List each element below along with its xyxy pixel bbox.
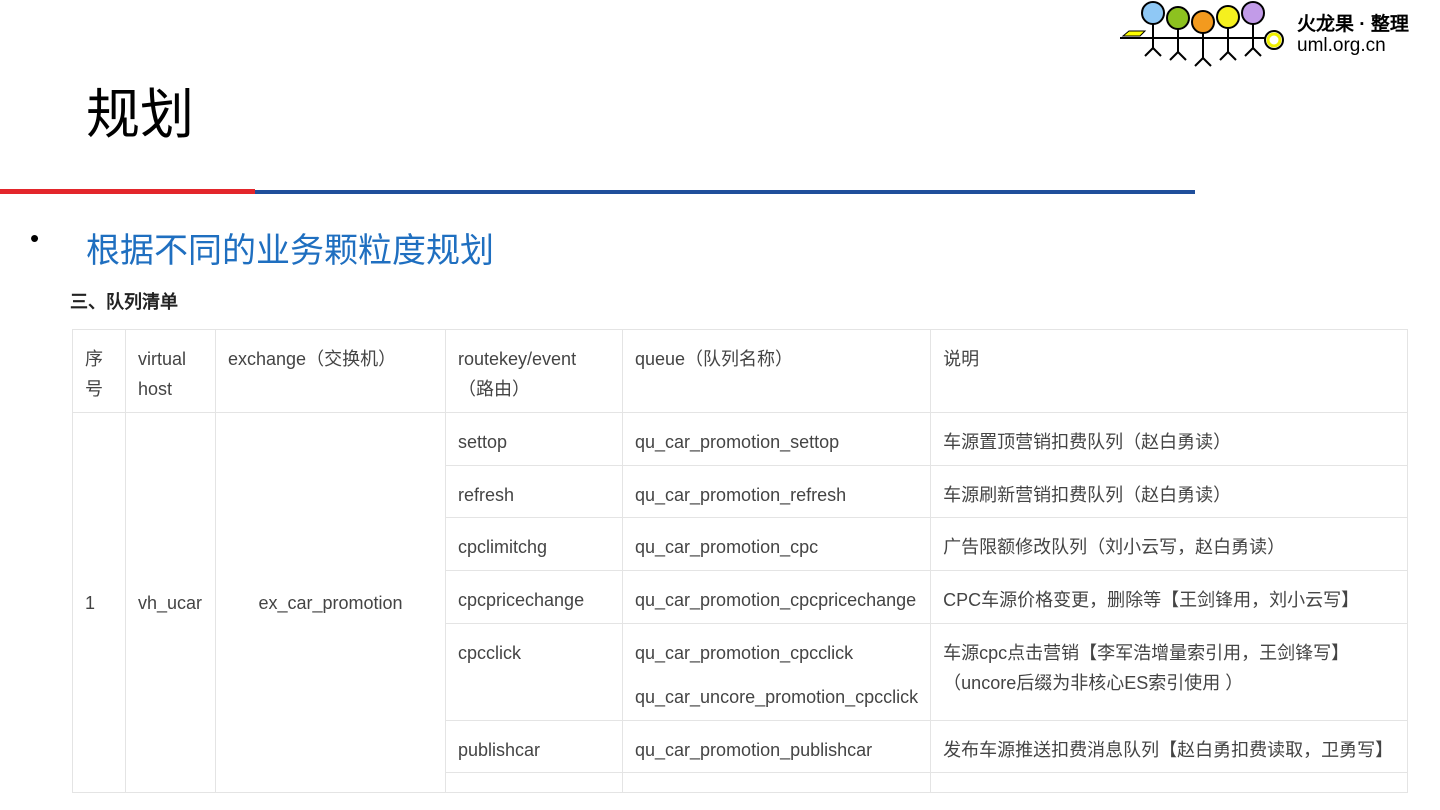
desc-cell: 车源cpc点击营销【李军浩增量索引用，王剑锋写】 （uncore后缀为非核心ES… bbox=[930, 623, 1409, 721]
header-cell: 序号 bbox=[72, 329, 126, 413]
desc-line: （uncore后缀为非核心ES索引使用 ） bbox=[943, 673, 1244, 693]
page-title: 规划 bbox=[86, 85, 194, 145]
bullet-icon: • bbox=[30, 223, 40, 253]
queue-table: 序号 virtual host exchange（交换机） routekey/e… bbox=[72, 329, 1409, 793]
queue-cell: qu_car_promotion_settop bbox=[621, 412, 932, 466]
table-row: 1 vh_ucar ex_car_promotion settop qu_car… bbox=[72, 412, 1409, 793]
routekey-cell: cpcpricechange bbox=[445, 570, 623, 624]
queue-cell: qu_car_promotion_cpcpricechange bbox=[621, 570, 932, 624]
queue-cell: qu_car_promotion_cpcclick qu_car_uncore_… bbox=[621, 623, 932, 721]
section-title: 三、队列清单 bbox=[70, 292, 178, 312]
header-cell: queue（队列名称） bbox=[621, 329, 932, 413]
desc-cell: 广告限额修改队列（刘小云写，赵白勇读） bbox=[930, 517, 1409, 571]
index-cell: 1 bbox=[72, 412, 126, 793]
exchange-cell: ex_car_promotion bbox=[215, 412, 446, 793]
routekey-cell: refresh bbox=[445, 465, 623, 518]
queue-cell: qu_car_promotion_refresh bbox=[621, 465, 932, 518]
desc-line: 车源cpc点击营销【李军浩增量索引用，王剑锋写】 bbox=[943, 643, 1350, 663]
logo-title: 火龙果 · 整理 bbox=[1297, 14, 1409, 35]
divider-red bbox=[0, 189, 255, 194]
desc-cell: CPC车源价格变更，删除等【王剑锋用，刘小云写】 bbox=[930, 570, 1409, 624]
header-cell: 说明 bbox=[930, 329, 1409, 413]
desc-cell: 车源置顶营销扣费队列（赵白勇读） bbox=[930, 412, 1409, 466]
queue-cell: qu_car_promotion_publishcar bbox=[621, 720, 932, 773]
logo-url: uml.org.cn bbox=[1297, 35, 1386, 56]
queue-cell: qu_car_promotion_cpc bbox=[621, 517, 932, 571]
empty-cell bbox=[445, 772, 623, 793]
header-cell: routekey/event（路由） bbox=[445, 329, 623, 413]
divider-blue bbox=[255, 190, 1195, 194]
empty-cell bbox=[621, 772, 932, 793]
routekey-cell: cpcclick bbox=[445, 623, 623, 721]
queue-line: qu_car_promotion_cpcclick bbox=[635, 643, 854, 663]
routekey-cell: settop bbox=[445, 412, 623, 466]
desc-cell: 车源刷新营销扣费队列（赵白勇读） bbox=[930, 465, 1409, 518]
desc-cell: 发布车源推送扣费消息队列【赵白勇扣费读取，卫勇写】 bbox=[930, 720, 1409, 773]
routekey-cell: publishcar bbox=[445, 720, 623, 773]
empty-cell bbox=[930, 772, 1409, 793]
routekey-cell: cpclimitchg bbox=[445, 517, 623, 571]
queue-line: qu_car_uncore_promotion_cpcclick bbox=[635, 687, 919, 707]
bullet-text: 根据不同的业务颗粒度规划 bbox=[86, 232, 494, 270]
header-cell: virtual host bbox=[125, 329, 216, 413]
table-header-row: 序号 virtual host exchange（交换机） routekey/e… bbox=[72, 329, 1409, 413]
logo bbox=[1115, 0, 1295, 75]
header-cell: exchange（交换机） bbox=[215, 329, 446, 413]
vhost-cell: vh_ucar bbox=[125, 412, 216, 793]
